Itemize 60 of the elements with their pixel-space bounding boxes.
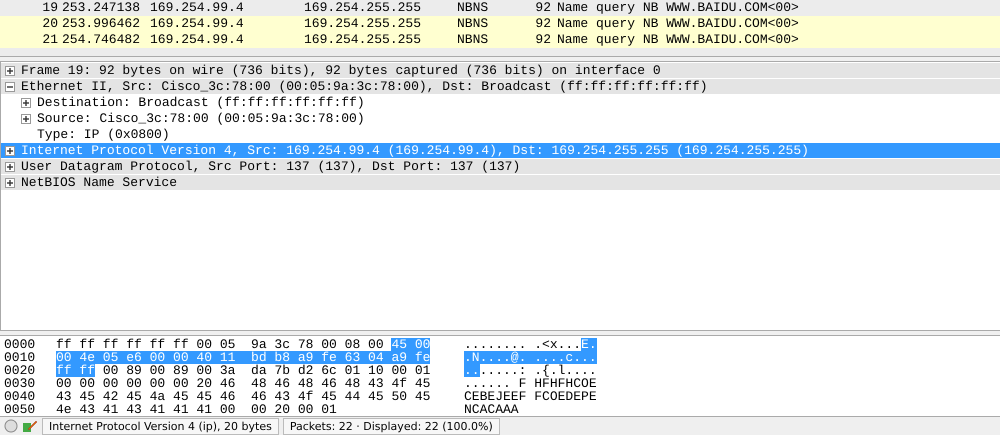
pencil-icon[interactable] <box>22 419 38 433</box>
packet-source: 169.254.99.4 <box>150 32 245 48</box>
packet-time: 253.247138 <box>61 0 142 16</box>
hex-bytes: 43 45 42 45 4a 45 45 46 46 43 4f 45 44 45 50 45 <box>56 390 430 403</box>
status-circle-icon[interactable] <box>4 419 18 433</box>
detail-row[interactable]: Ethernet II, Src: Cisco_3c:78:00 (00:05:9a:3c:78:00), Dst: Broadcast (ff:ff:ff:ff:ff:ff) <box>1 79 1000 94</box>
packet-protocol: NBNS <box>457 0 490 16</box>
packet-info: Name query NB WWW.BAIDU.COM<00> <box>556 0 799 16</box>
field-info: Internet Protocol Version 4 (ip), 20 bytes <box>42 418 279 434</box>
expand-icon[interactable] <box>21 98 31 108</box>
ascii-text: ........ .<x... <box>464 338 582 351</box>
hex-offset: 0030 <box>3 377 36 390</box>
packet-destination: 169.254.255.255 <box>304 32 422 48</box>
hex-offset: 0010 <box>3 351 36 364</box>
expand-icon[interactable] <box>5 146 15 156</box>
ascii-text: E. <box>581 338 597 351</box>
hex-bytes: 00 4e 05 e6 00 00 40 11 bd b8 a9 fe 63 04 a9 fe <box>56 351 430 364</box>
packet-time: 254.746482 <box>61 32 142 48</box>
ascii-text: NCACAAA <box>464 403 519 416</box>
packet-length: 92 <box>534 32 551 48</box>
hex-bytes: 00 00 00 00 00 00 20 46 48 46 48 46 48 43 4f 45 <box>56 377 430 390</box>
packet-protocol: NBNS <box>457 32 490 48</box>
detail-row[interactable]: NetBIOS Name Service <box>1 175 1000 190</box>
expand-icon[interactable] <box>21 114 31 124</box>
ascii-text: ...... F HFHFHCOE <box>464 377 597 390</box>
hex-offset: 0000 <box>3 338 36 351</box>
hex-bytes: ff ff <box>56 364 96 377</box>
expand-icon[interactable] <box>5 162 15 172</box>
packet-source: 169.254.99.4 <box>150 16 245 32</box>
hex-bytes: 4e 43 41 43 41 41 41 00 00 20 00 01 <box>56 403 337 416</box>
packet-row[interactable]: 20 253.996462 169.254.99.4 169.254.255.255 NBNS 92 Name query NB WWW.BAIDU.COM<00> <box>0 16 1000 32</box>
collapse-icon[interactable] <box>5 82 15 92</box>
ascii-text: .....: .{.l.... <box>480 364 597 377</box>
packet-protocol: NBNS <box>457 16 490 32</box>
ascii-text: .. <box>464 364 480 377</box>
packet-row[interactable]: 21 254.746482 169.254.99.4 169.254.255.255 NBNS 92 Name query NB WWW.BAIDU.COM<00> <box>0 32 1000 48</box>
hex-bytes: ff ff ff ff ff ff 00 05 9a 3c 78 00 08 00 <box>56 338 385 351</box>
packet-info: Name query NB WWW.BAIDU.COM<00> <box>556 32 799 48</box>
packet-number: 20 <box>41 16 58 32</box>
hex-bytes: 45 00 <box>391 338 430 351</box>
packet-length: 92 <box>534 0 551 16</box>
packet-destination: 169.254.255.255 <box>304 0 422 16</box>
packet-count: Packets: 22 · Displayed: 22 (100.0%) <box>282 418 500 434</box>
packet-time: 253.996462 <box>61 16 142 32</box>
detail-row[interactable]: User Datagram Protocol, Src Port: 137 (137), Dst Port: 137 (137) <box>1 159 1000 174</box>
ascii-text: .N....@. ....c... <box>464 351 597 364</box>
ascii-text: CEBEJEEF FCOEDEPE <box>464 390 597 403</box>
packet-number: 19 <box>41 0 58 16</box>
hex-offset: 0040 <box>3 390 36 403</box>
packet-source: 169.254.99.4 <box>150 0 245 16</box>
hex-offset: 0050 <box>3 403 36 416</box>
packet-destination: 169.254.255.255 <box>304 16 422 32</box>
packet-length: 92 <box>534 16 551 32</box>
expand-icon[interactable] <box>5 178 15 188</box>
hex-offset: 0020 <box>3 364 36 377</box>
packet-info: Name query NB WWW.BAIDU.COM<00> <box>556 16 799 32</box>
detail-row[interactable]: Frame 19: 92 bytes on wire (736 bits), 92 bytes captured (736 bits) on interface 0 <box>1 63 1000 78</box>
expand-icon[interactable] <box>5 66 15 76</box>
hex-bytes: 00 89 00 89 00 3a da 7b d2 6c 01 10 00 01 <box>102 364 430 377</box>
packet-number: 21 <box>41 32 58 48</box>
